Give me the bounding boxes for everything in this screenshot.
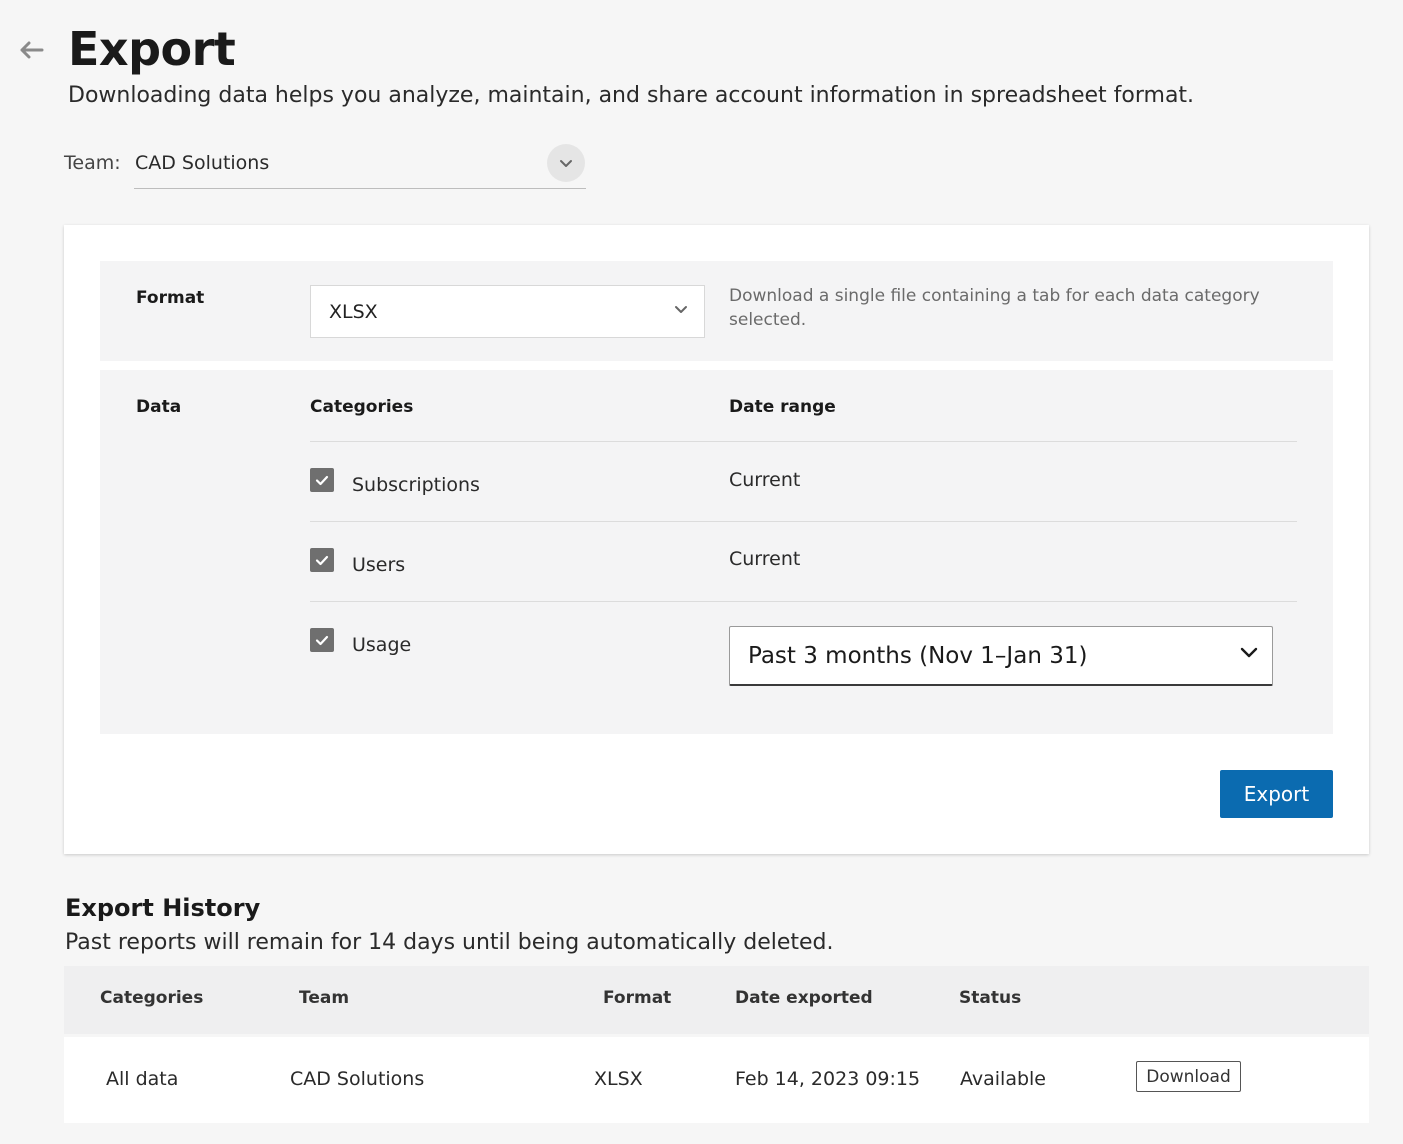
chevron-down-icon (560, 159, 572, 167)
date-range-selected-value: Past 3 months (Nov 1–Jan 31) (748, 643, 1088, 669)
category-label: Usage (352, 634, 412, 656)
format-label: Format (136, 288, 205, 308)
back-button[interactable] (17, 36, 45, 64)
date-range-column-header: Date range (729, 397, 836, 417)
column-header-status: Status (959, 988, 1022, 1008)
export-card: Format XLSX Download a single file conta… (64, 225, 1369, 854)
categories-column-header: Categories (310, 397, 414, 417)
checkbox[interactable] (310, 548, 334, 572)
table-row: All data CAD Solutions XLSX Feb 14, 2023… (64, 1037, 1369, 1123)
column-header-format: Format (603, 988, 672, 1008)
page-subtitle: Downloading data helps you analyze, main… (68, 83, 1195, 108)
export-button[interactable]: Export (1220, 770, 1333, 818)
row-categories: All data (106, 1068, 179, 1090)
format-description: Download a single file containing a tab … (729, 286, 1260, 330)
format-panel: Format XLSX Download a single file conta… (100, 261, 1333, 361)
export-history-subtitle: Past reports will remain for 14 days unt… (65, 930, 834, 955)
row-format: XLSX (594, 1068, 643, 1090)
data-label: Data (136, 397, 182, 417)
date-range-value: Current (729, 469, 801, 491)
export-history-title: Export History (65, 894, 261, 922)
history-table-header: Categories Team Format Date exported Sta… (64, 966, 1369, 1034)
usage-date-range-select[interactable]: Past 3 months (Nov 1–Jan 31) (729, 626, 1273, 686)
divider (310, 601, 1297, 602)
checkmark-icon (315, 475, 329, 485)
date-range-value: Current (729, 548, 801, 570)
checkmark-icon (315, 635, 329, 645)
divider (310, 441, 1297, 442)
arrow-left-icon (20, 41, 44, 59)
chevron-down-icon (675, 306, 687, 313)
category-label: Users (352, 554, 406, 576)
team-dropdown-toggle[interactable] (547, 144, 585, 182)
category-checkbox-usage[interactable]: Usage (310, 625, 412, 656)
team-label: Team: (64, 152, 121, 174)
checkbox[interactable] (310, 628, 334, 652)
category-label: Subscriptions (352, 474, 480, 496)
divider (310, 521, 1297, 522)
checkmark-icon (315, 555, 329, 565)
column-header-team: Team (299, 988, 350, 1008)
category-checkbox-users[interactable]: Users (310, 545, 406, 576)
row-team: CAD Solutions (290, 1068, 425, 1090)
team-selected-value: CAD Solutions (135, 152, 270, 174)
column-header-categories: Categories (100, 988, 204, 1008)
data-panel: Data Categories Date range Subscriptions… (100, 370, 1333, 734)
team-dropdown[interactable]: CAD Solutions (134, 141, 586, 189)
checkbox[interactable] (310, 468, 334, 492)
format-select[interactable]: XLSX (310, 285, 705, 338)
column-header-date-exported: Date exported (735, 988, 873, 1008)
row-status: Available (960, 1068, 1047, 1090)
format-selected-value: XLSX (329, 301, 378, 323)
page-title: Export (68, 22, 236, 76)
category-checkbox-subscriptions[interactable]: Subscriptions (310, 465, 480, 496)
download-button[interactable]: Download (1136, 1061, 1241, 1092)
row-date-exported: Feb 14, 2023 09:15 (735, 1068, 921, 1090)
export-page: Export Downloading data helps you analyz… (0, 0, 1403, 1144)
chevron-down-icon (1240, 647, 1258, 658)
